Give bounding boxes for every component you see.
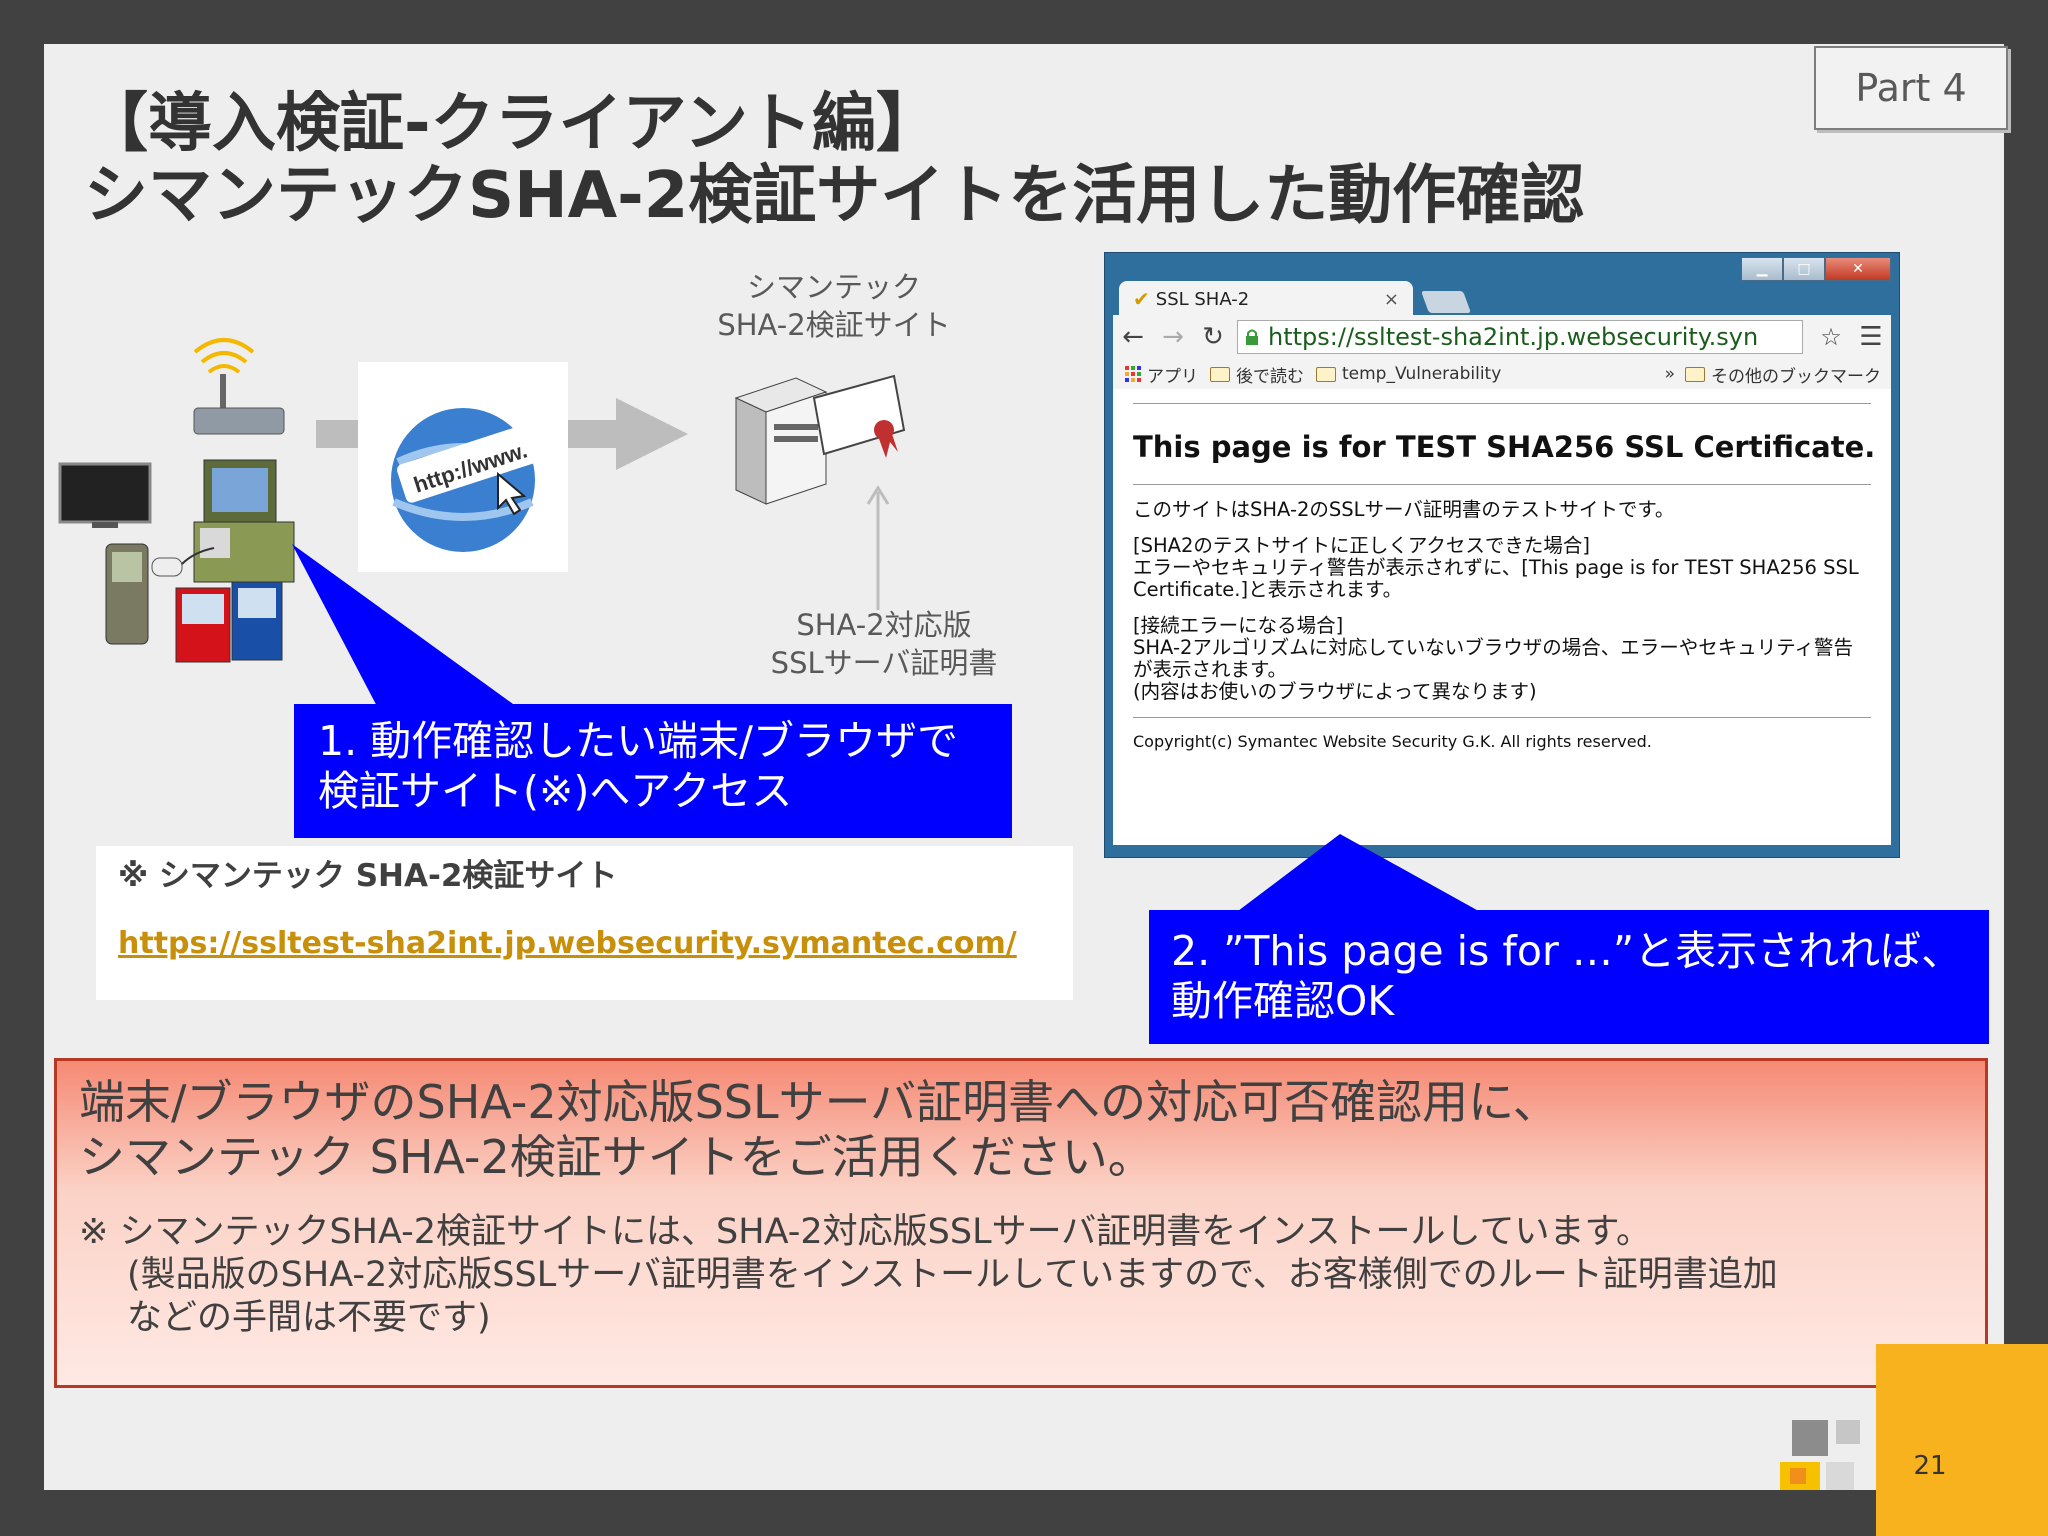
- slide-title: 【導入検証-クライアント編】 シマンテックSHA-2検証サイトを活用した動作確認: [84, 88, 1584, 232]
- browser-toolbar: ← → ↻ https://ssltest-sha2int.jp.websecu…: [1113, 315, 1891, 359]
- decorative-square: [1826, 1462, 1854, 1490]
- minimize-button[interactable]: ▁: [1741, 257, 1783, 281]
- browser-window: ▁ □ ✕ ✔ SSL SHA-2 × ← → ↻ https://ssltes…: [1104, 252, 1900, 858]
- divider: [1133, 403, 1871, 404]
- globe-image: http://www.: [358, 362, 568, 572]
- menu-icon[interactable]: ☰: [1851, 322, 1891, 352]
- back-icon[interactable]: ←: [1113, 322, 1153, 352]
- title-line-1: 【導入検証-クライアント編】: [84, 87, 941, 161]
- client-devices-illustration: [58, 338, 295, 663]
- error-note: (内容はお使いのブラウザによって異なります): [1133, 680, 1537, 703]
- callout-pointer-2: [1234, 834, 1484, 914]
- summary-line-1: 端末/ブラウザのSHA-2対応版SSLサーバ証明書への対応可否確認用に、: [79, 1075, 1559, 1129]
- title-line-2: シマンテックSHA-2検証サイトを活用した動作確認: [84, 159, 1585, 233]
- bookmark-label: 後で読む: [1236, 366, 1304, 387]
- copyright: Copyright(c) Symantec Website Security G…: [1133, 732, 1652, 751]
- divider: [1133, 484, 1871, 485]
- server-icon: [734, 377, 828, 505]
- certificate-icon: [812, 374, 906, 458]
- page-number: 21: [1876, 1428, 1984, 1504]
- summary-line-2: シマンテック SHA-2検証サイトをご活用ください。: [79, 1130, 1154, 1184]
- apps-icon: [1125, 366, 1141, 382]
- success-body: エラーやセキュリティ警告が表示されずに、[This page is for TE…: [1133, 556, 1859, 601]
- summary-note: ※ シマンテックSHA-2検証サイトには、SHA-2対応版SSLサーバ証明書をイ…: [79, 1211, 1963, 1340]
- callout-step-1-line-2: 検証サイト(※)へアクセス: [318, 767, 793, 815]
- error-title: [接続エラーになる場合]: [1133, 614, 1344, 637]
- reload-icon[interactable]: ↻: [1193, 322, 1233, 352]
- verification-site-note: ※ シマンテック SHA-2検証サイト https://ssltest-sha2…: [96, 846, 1073, 1000]
- certificate-label-line-2: SSLサーバ証明書: [770, 646, 998, 680]
- web-page-content: This page is for TEST SHA256 SSL Certifi…: [1113, 389, 1891, 845]
- star-icon[interactable]: ☆: [1811, 323, 1851, 351]
- mobile-phone-icon: [105, 543, 149, 645]
- certificate-arrow: [866, 485, 890, 610]
- summary-note-line-3: などの手間は不要です): [127, 1298, 491, 1338]
- page-intro: このサイトはSHA-2のSSLサーバ証明書のテストサイトです。: [1133, 498, 1675, 521]
- globe-icon: http://www.: [391, 408, 549, 552]
- forward-icon[interactable]: →: [1153, 322, 1193, 352]
- secure-check-icon: ✔: [1133, 287, 1150, 311]
- summary-box: 端末/ブラウザのSHA-2対応版SSLサーバ証明書への対応可否確認用に、 シマン…: [54, 1058, 1988, 1388]
- callout-step-2: 2. ”This page is for …”と表示されれば、 動作確認OK: [1149, 910, 1989, 1044]
- certificate-label: SHA-2対応版 SSLサーバ証明書: [714, 606, 1054, 682]
- divider: [1133, 717, 1871, 718]
- callout-step-2-line-2: 動作確認OK: [1171, 977, 1395, 1025]
- bookmark-other[interactable]: その他のブックマーク: [1685, 362, 1881, 387]
- note-title: ※ シマンテック SHA-2検証サイト: [118, 858, 618, 894]
- folder-icon: [1316, 366, 1336, 382]
- part-badge: Part 4: [1814, 46, 2008, 130]
- site-label-line-2: SHA-2検証サイト: [717, 308, 951, 342]
- server-certificate-illustration: [734, 374, 906, 505]
- verification-site-link[interactable]: https://ssltest-sha2int.jp.websecurity.s…: [118, 924, 1051, 964]
- browser-tab[interactable]: ✔ SSL SHA-2 ×: [1119, 281, 1413, 317]
- router-icon: [193, 338, 285, 435]
- bookmark-label: その他のブックマーク: [1711, 366, 1881, 387]
- window-controls: ▁ □ ✕: [1741, 257, 1891, 281]
- decorative-square: [1836, 1420, 1860, 1444]
- certificate-label-line-1: SHA-2対応版: [796, 608, 972, 642]
- bookmark-temp-vulnerability[interactable]: temp_Vulnerability: [1316, 364, 1501, 384]
- maximize-button[interactable]: □: [1783, 257, 1825, 281]
- tab-close-icon[interactable]: ×: [1384, 289, 1399, 310]
- url-text: https://ssltest-sha2int.jp.websecurity.s…: [1268, 323, 1759, 351]
- summary-note-line-2: (製品版のSHA-2対応版SSLサーバ証明書をインストールしていますので、お客様…: [127, 1255, 1778, 1295]
- site-label: シマンテック SHA-2検証サイト: [664, 268, 1004, 344]
- page-heading: This page is for TEST SHA256 SSL Certifi…: [1133, 430, 1876, 464]
- success-section: [SHA2のテストサイトに正しくアクセスできた場合] エラーやセキュリティ警告が…: [1133, 535, 1871, 601]
- decorative-square: [1790, 1468, 1806, 1484]
- bookmark-apps[interactable]: アプリ: [1125, 362, 1198, 387]
- bookmark-read-later[interactable]: 後で読む: [1210, 362, 1304, 387]
- summary-note-line-1: ※ シマンテックSHA-2検証サイトには、SHA-2対応版SSLサーバ証明書をイ…: [79, 1212, 1652, 1252]
- bookmark-label: temp_Vulnerability: [1342, 364, 1502, 384]
- error-body: SHA-2アルゴリズムに対応していないブラウザの場合、エラーやセキュリティ警告が…: [1133, 636, 1854, 681]
- address-bar[interactable]: https://ssltest-sha2int.jp.websecurity.s…: [1237, 320, 1803, 354]
- success-title: [SHA2のテストサイトに正しくアクセスできた場合]: [1133, 534, 1591, 557]
- bookmarks-overflow-button[interactable]: »: [1665, 364, 1675, 384]
- lock-icon: [1246, 329, 1258, 345]
- new-tab-button[interactable]: [1420, 291, 1472, 313]
- kiosk-icon: [193, 459, 295, 583]
- tab-title: SSL SHA-2: [1155, 288, 1250, 310]
- callout-step-1: 1. 動作確認したい端末/ブラウザで 検証サイト(※)へアクセス: [294, 704, 1012, 838]
- tv-icon: [58, 462, 152, 528]
- error-section: [接続エラーになる場合] SHA-2アルゴリズムに対応していないブラウザの場合、…: [1133, 615, 1871, 703]
- vending-machine-icon: [175, 581, 283, 663]
- folder-icon: [1685, 366, 1705, 382]
- site-label-line-1: シマンテック: [746, 270, 921, 304]
- decorative-square: [1792, 1420, 1828, 1456]
- bookmarks-bar: アプリ 後で読む temp_Vulnerability » その他のブックマーク: [1113, 359, 1891, 390]
- bookmark-label: アプリ: [1147, 366, 1198, 387]
- callout-step-2-line-1: 2. ”This page is for …”と表示されれば、: [1171, 927, 1963, 975]
- close-window-button[interactable]: ✕: [1825, 257, 1891, 281]
- folder-icon: [1210, 366, 1230, 382]
- callout-step-1-line-1: 1. 動作確認したい端末/ブラウザで: [318, 717, 958, 765]
